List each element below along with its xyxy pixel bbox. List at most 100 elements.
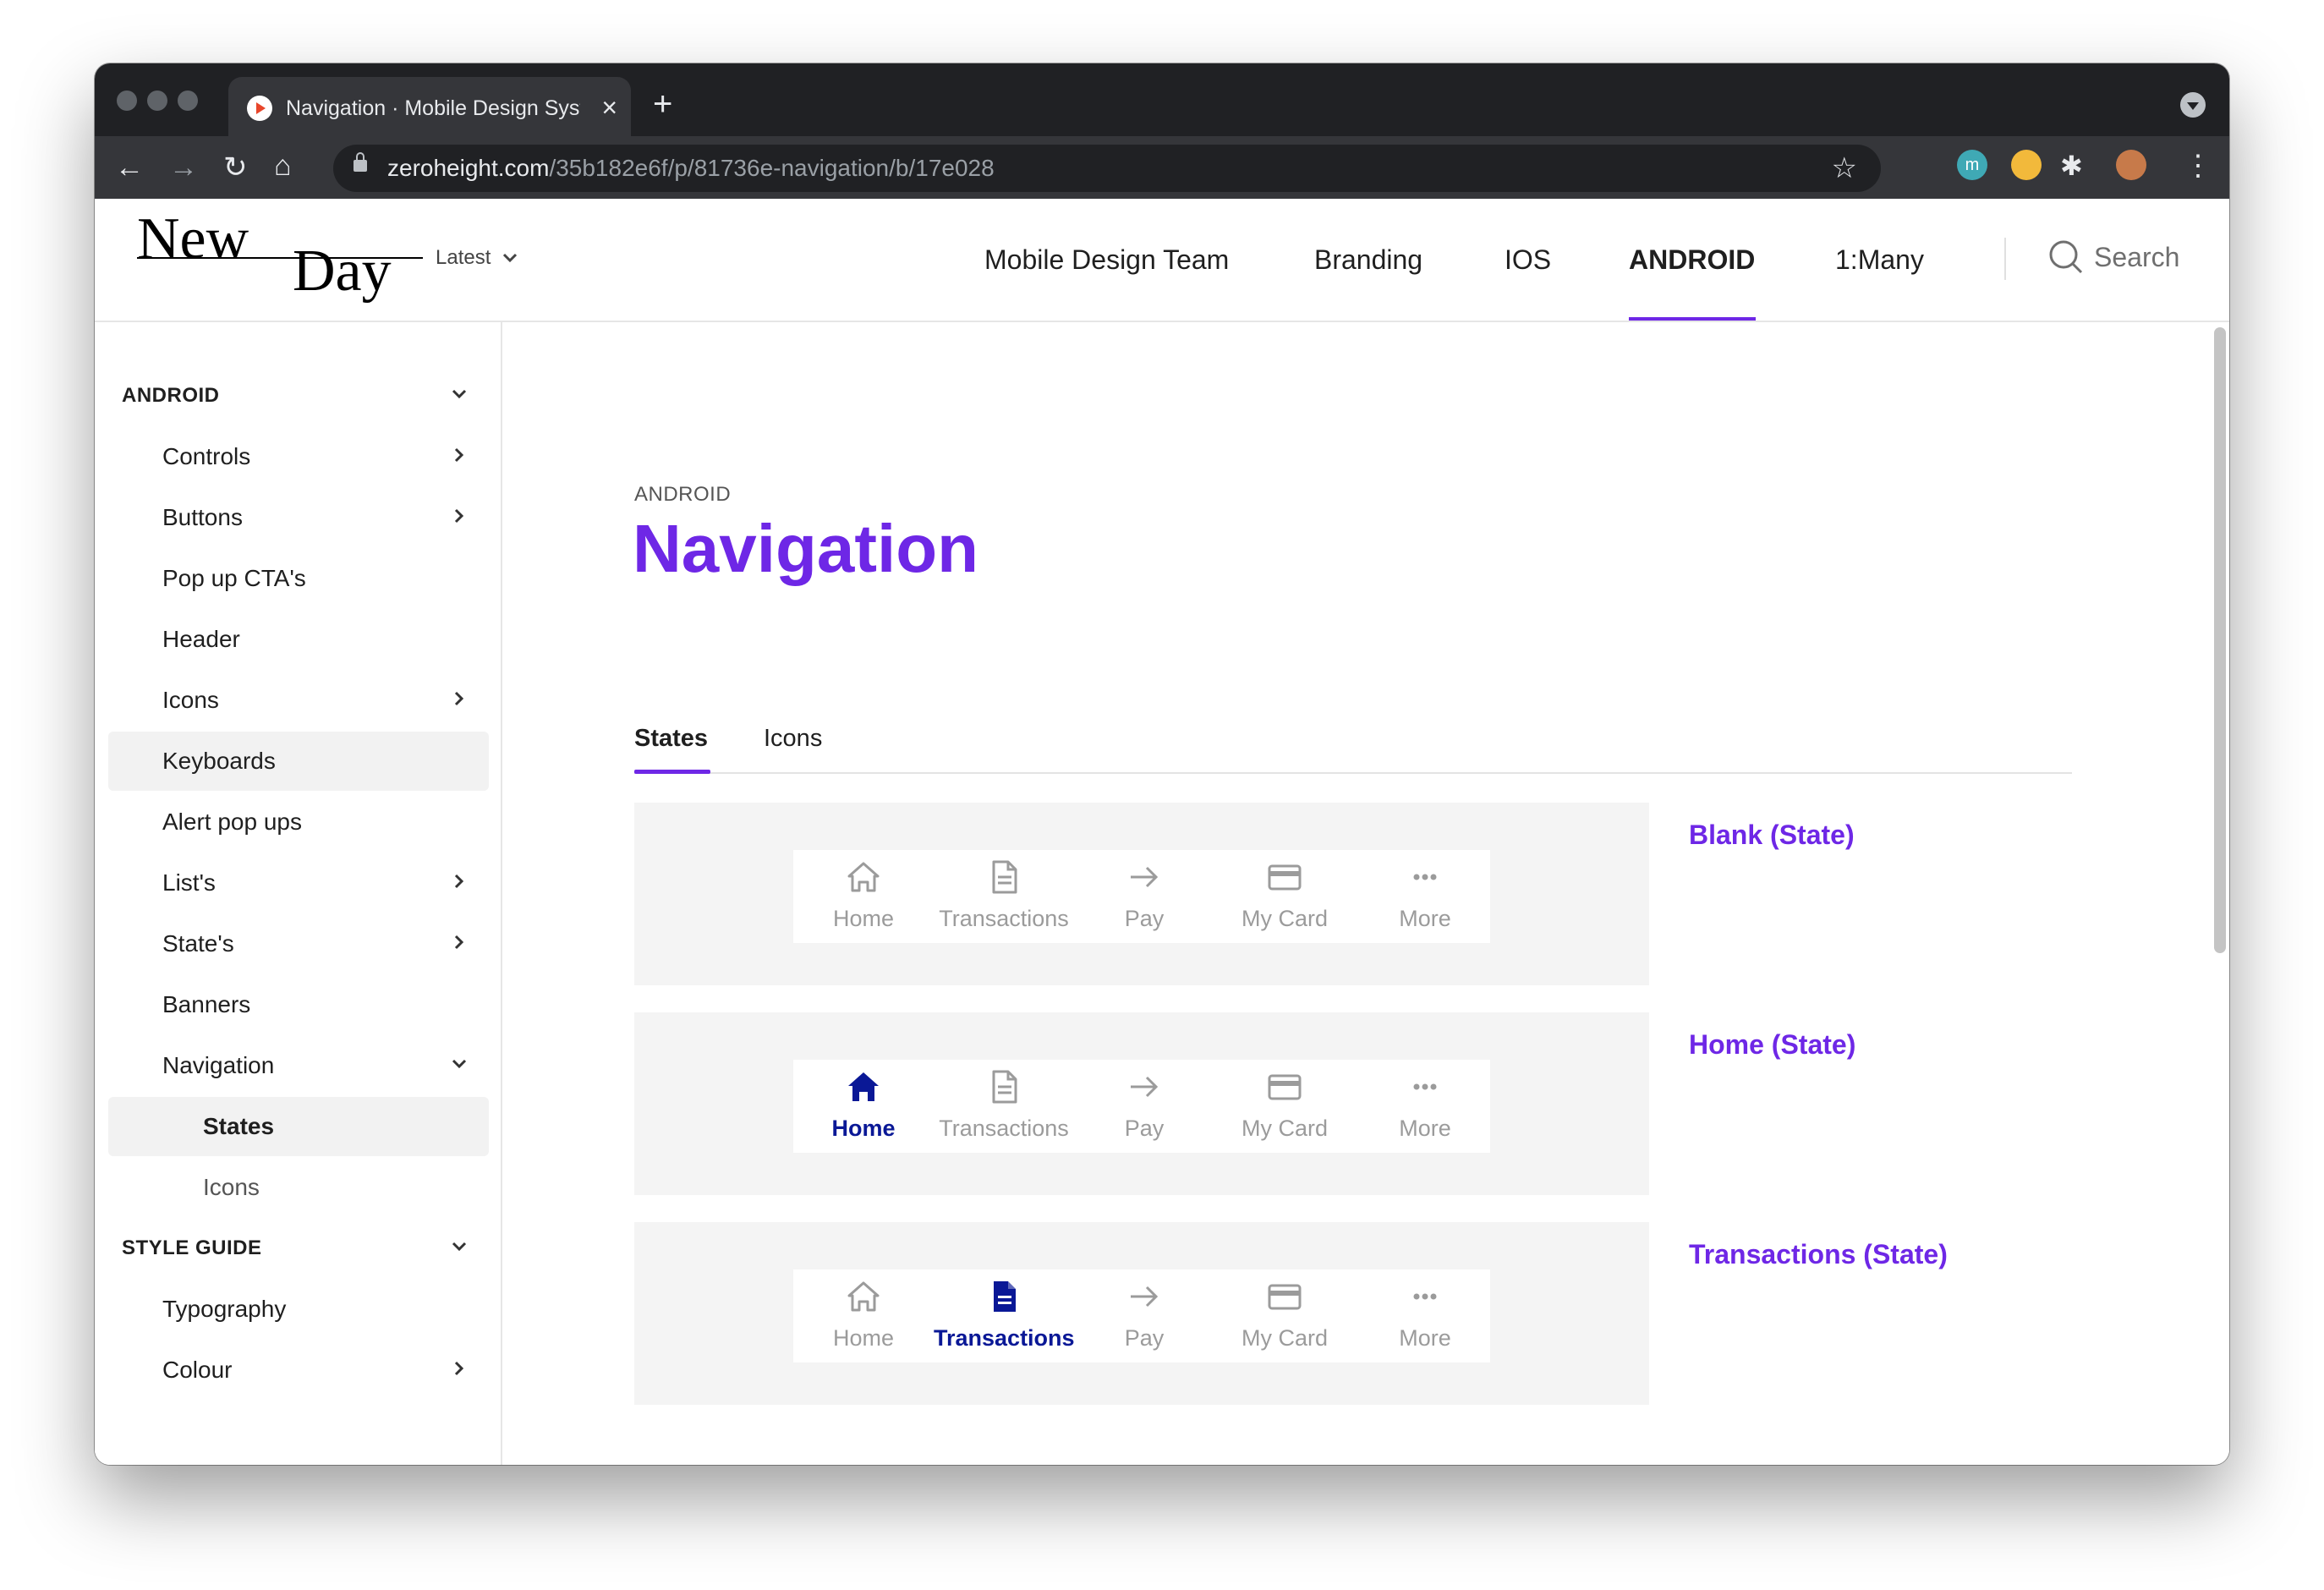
sidebar-item-icons[interactable]: Icons bbox=[108, 671, 489, 730]
chevron-down-icon bbox=[452, 389, 467, 399]
sidebar-section-android[interactable]: ANDROID bbox=[108, 366, 489, 425]
nav-item-more[interactable]: More bbox=[1355, 1060, 1495, 1153]
transactions-document-icon bbox=[985, 1068, 1022, 1105]
sidebar-item-label: State's bbox=[162, 930, 234, 957]
nav-item-more[interactable]: More bbox=[1355, 850, 1495, 943]
version-dropdown[interactable]: Latest bbox=[436, 246, 518, 270]
chevron-right-icon bbox=[454, 1361, 464, 1376]
chevron-right-icon bbox=[454, 874, 464, 889]
lock-icon bbox=[354, 152, 367, 172]
forward-icon[interactable]: → bbox=[169, 151, 198, 184]
sidebar-item-navigation[interactable]: Navigation bbox=[108, 1036, 489, 1095]
close-window-button[interactable] bbox=[117, 90, 137, 111]
sidebar-item-lists[interactable]: List's bbox=[108, 853, 489, 913]
nav-item-pay[interactable]: Pay bbox=[1074, 1060, 1214, 1153]
nav-item-my-card[interactable]: My Card bbox=[1214, 850, 1355, 943]
sidebar-item-label: Banners bbox=[162, 991, 251, 1017]
favicon-icon bbox=[247, 96, 272, 121]
transactions-document-icon bbox=[985, 1278, 1022, 1315]
nav-item-pay[interactable]: Pay bbox=[1074, 1269, 1214, 1362]
home-icon[interactable]: ⌂ bbox=[274, 150, 292, 182]
chevron-down-icon bbox=[452, 1242, 467, 1252]
tab-search-icon[interactable] bbox=[2180, 92, 2206, 118]
nav-item-transactions[interactable]: Transactions bbox=[934, 1269, 1075, 1362]
extension-m-label: m bbox=[1965, 155, 1980, 174]
tab-icons[interactable]: Icons bbox=[764, 725, 822, 753]
nav-item-transactions[interactable]: Transactions bbox=[934, 1060, 1074, 1153]
sidebar-item-header[interactable]: Header bbox=[108, 610, 489, 669]
sidebar-item-banners[interactable]: Banners bbox=[108, 975, 489, 1034]
card-icon bbox=[1266, 1278, 1303, 1315]
nav-item-home[interactable]: Home bbox=[793, 850, 934, 943]
close-icon[interactable]: × bbox=[601, 93, 617, 122]
nav-item-label: Pay bbox=[1124, 1325, 1165, 1351]
nav-item-more[interactable]: More bbox=[1355, 1269, 1495, 1362]
sidebar-subitem-icons[interactable]: Icons bbox=[108, 1158, 489, 1217]
nav-ios[interactable]: IOS bbox=[1505, 243, 1551, 277]
browser-toolbar: ← → ↻ ⌂ zeroheight.com/35b182e6f/p/81736… bbox=[95, 136, 2229, 199]
nav-item-transactions[interactable]: Transactions bbox=[934, 850, 1074, 943]
more-dots-icon bbox=[1406, 858, 1444, 896]
browser-tab[interactable]: Navigation · Mobile Design System × bbox=[228, 77, 631, 136]
state-title[interactable]: Blank (State) bbox=[1689, 820, 1855, 851]
sidebar-section-style-guide[interactable]: STYLE GUIDE bbox=[108, 1219, 489, 1278]
sidebar-item-states[interactable]: State's bbox=[108, 914, 489, 973]
nav-item-home[interactable]: Home bbox=[793, 1060, 934, 1153]
sidebar-item-colour[interactable]: Colour bbox=[108, 1341, 489, 1400]
browser-menu-icon[interactable]: ⋮ bbox=[2184, 150, 2212, 182]
nav-item-my-card[interactable]: My Card bbox=[1214, 1060, 1355, 1153]
home-icon bbox=[845, 1278, 882, 1315]
nav-item-my-card[interactable]: My Card bbox=[1214, 1269, 1355, 1362]
nav-1-many[interactable]: 1:Many bbox=[1835, 243, 1924, 277]
main-content: ANDROID Navigation States Icons Home Tran… bbox=[501, 322, 2209, 1465]
more-dots-icon bbox=[1406, 1278, 1444, 1315]
nav-item-label: Transactions bbox=[934, 1325, 1075, 1351]
more-dots-icon bbox=[1406, 1068, 1444, 1105]
sidebar-subitem-states[interactable]: States bbox=[108, 1097, 489, 1156]
bookmark-star-icon[interactable]: ☆ bbox=[1832, 151, 1857, 185]
page-scrollbar[interactable] bbox=[2214, 327, 2226, 953]
extensions-puzzle-icon[interactable]: ✱ bbox=[2060, 150, 2083, 182]
nav-item-home[interactable]: Home bbox=[793, 1269, 934, 1362]
tab-strip: Navigation · Mobile Design System × + bbox=[95, 63, 2229, 136]
search-button[interactable]: Search bbox=[2048, 239, 2179, 275]
newday-logo[interactable]: New Day bbox=[135, 206, 431, 307]
home-icon bbox=[845, 858, 882, 896]
tab-states[interactable]: States bbox=[634, 725, 708, 753]
sidebar-item-typography[interactable]: Typography bbox=[108, 1280, 489, 1339]
pay-arrow-icon bbox=[1126, 1278, 1163, 1315]
tab-title: Navigation · Mobile Design System bbox=[286, 96, 580, 120]
nav-mobile-design-team[interactable]: Mobile Design Team bbox=[984, 243, 1229, 277]
state-preview-card: Home Transactions Pay My Card More bbox=[634, 1222, 1649, 1405]
pay-arrow-icon bbox=[1126, 858, 1163, 896]
sidebar-item-keyboards[interactable]: Keyboards bbox=[108, 732, 489, 791]
zoom-window-button[interactable] bbox=[178, 90, 198, 111]
search-icon bbox=[2049, 240, 2083, 274]
address-bar[interactable]: zeroheight.com/35b182e6f/p/81736e-naviga… bbox=[333, 145, 1881, 192]
sidebar-item-label: Icons bbox=[203, 1174, 260, 1200]
back-icon[interactable]: ← bbox=[115, 151, 144, 184]
nav-android[interactable]: ANDROID bbox=[1629, 243, 1755, 277]
nav-divider bbox=[2004, 238, 2006, 280]
sidebar-section-label: STYLE GUIDE bbox=[122, 1236, 262, 1259]
extension-m-icon[interactable]: m bbox=[1957, 150, 1987, 180]
nav-item-label: More bbox=[1399, 906, 1451, 931]
sidebar-item-popup-ctas[interactable]: Pop up CTA's bbox=[108, 549, 489, 608]
chevron-right-icon bbox=[454, 508, 464, 524]
sidebar-item-controls[interactable]: Controls bbox=[108, 427, 489, 486]
state-title[interactable]: Transactions (State) bbox=[1689, 1239, 1948, 1270]
new-tab-icon[interactable]: + bbox=[653, 87, 672, 121]
reload-icon[interactable]: ↻ bbox=[223, 151, 248, 184]
minimize-window-button[interactable] bbox=[147, 90, 167, 111]
nav-item-pay[interactable]: Pay bbox=[1074, 850, 1214, 943]
profile-avatar[interactable] bbox=[2116, 150, 2146, 180]
sidebar: ANDROID Controls Buttons Pop up CTA's He… bbox=[95, 322, 502, 1465]
state-preview-card: Home Transactions Pay My Card More bbox=[634, 1012, 1649, 1195]
extension-coin-icon[interactable] bbox=[2011, 150, 2042, 180]
state-preview-card: Home Transactions Pay My Card More bbox=[634, 803, 1649, 985]
sidebar-item-buttons[interactable]: Buttons bbox=[108, 488, 489, 547]
nav-branding[interactable]: Branding bbox=[1314, 243, 1422, 277]
pay-arrow-icon bbox=[1126, 1068, 1163, 1105]
sidebar-item-alert-popups[interactable]: Alert pop ups bbox=[108, 792, 489, 852]
state-title[interactable]: Home (State) bbox=[1689, 1029, 1855, 1061]
